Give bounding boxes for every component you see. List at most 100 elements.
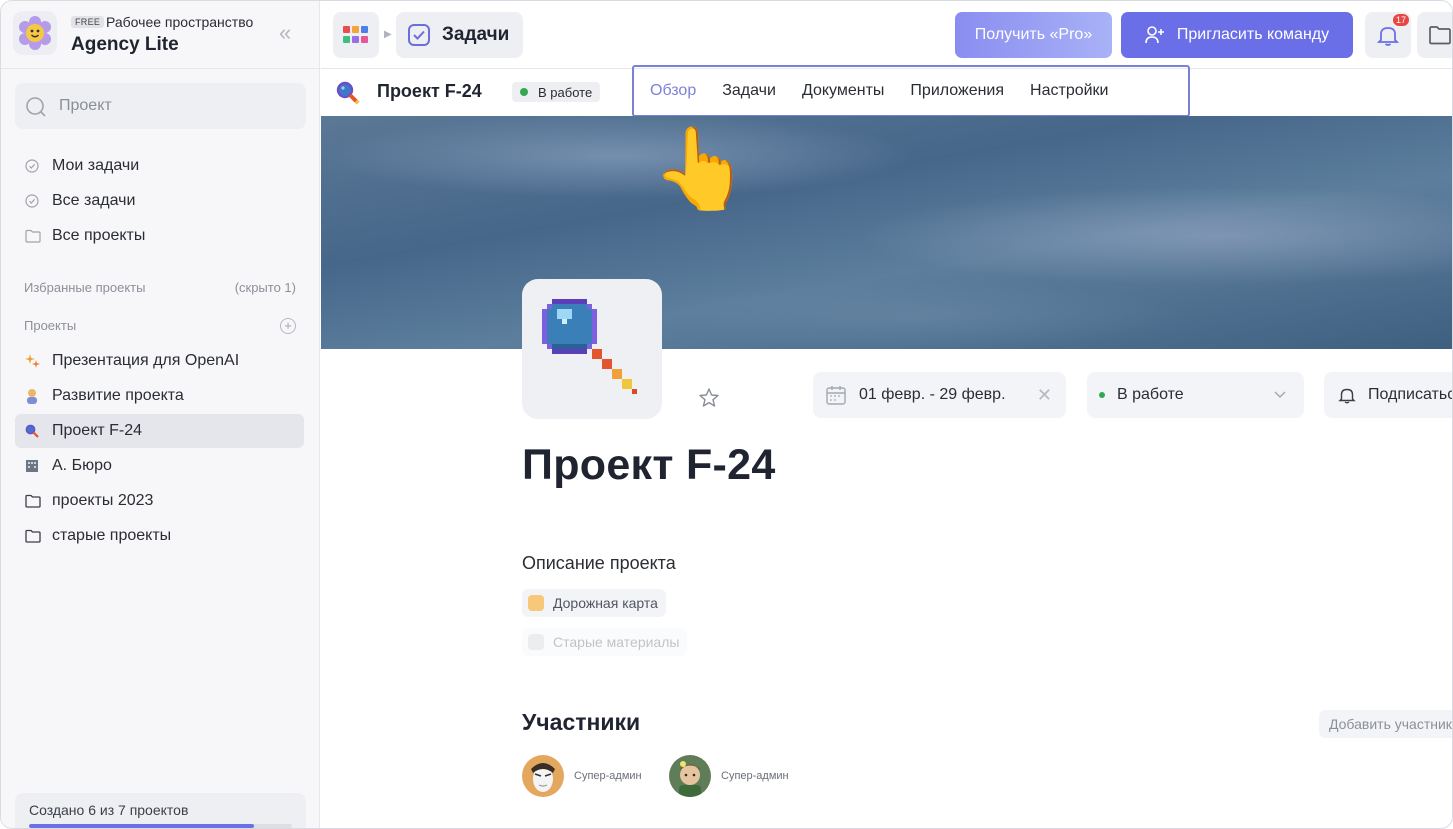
member-item[interactable]: Супер-админ <box>522 755 642 797</box>
collapse-sidebar-icon[interactable]: « <box>279 22 299 45</box>
tab-overview[interactable]: Обзор <box>650 82 696 100</box>
bell-icon <box>1338 386 1356 404</box>
tab-documents[interactable]: Документы <box>802 82 884 100</box>
nav-label: Все проекты <box>52 227 146 244</box>
folder-icon <box>1429 26 1451 45</box>
nav-all-tasks[interactable]: Все задачи <box>15 184 304 218</box>
invite-team-button[interactable]: Пригласить команду <box>1121 12 1353 58</box>
quota-progress-fill <box>29 824 255 828</box>
breadcrumb-tasks[interactable]: Задачи <box>396 12 524 58</box>
status-select[interactable]: В работе <box>1087 372 1304 418</box>
app-window: FREE Рабочее пространство Agency Lite « … <box>0 0 1453 829</box>
subscribe-button[interactable]: Подписаться <box>1324 372 1452 418</box>
nav-my-tasks[interactable]: Мои задачи <box>15 149 304 183</box>
checkbox-icon <box>408 24 430 46</box>
project-cover-image[interactable] <box>321 116 1452 349</box>
add-member-button[interactable]: Добавить участника <box>1319 710 1452 738</box>
search-icon <box>26 97 46 117</box>
get-pro-button[interactable]: Получить «Pro» <box>955 12 1112 58</box>
add-user-icon <box>1145 26 1165 44</box>
avatar <box>669 755 711 797</box>
project-header: Проект F-24 В работе Обзор Задачи Докуме… <box>321 65 1452 117</box>
document-icon <box>528 595 544 611</box>
clear-date-icon[interactable]: ✕ <box>1037 385 1052 406</box>
check-circle-icon <box>15 194 41 208</box>
sparkle-icon <box>15 353 41 369</box>
doc-label: Дорожная карта <box>553 595 658 611</box>
date-range-value: 01 февр. - 29 февр. <box>859 386 1006 403</box>
favorites-label: Избранные проекты <box>24 280 146 295</box>
status-dot-icon <box>520 88 528 96</box>
project-label: Проект F-24 <box>52 422 143 439</box>
project-item-f24[interactable]: Проект F-24 <box>15 414 304 448</box>
page-title: Проект F-24 <box>522 441 776 489</box>
workspace-name: Agency Lite <box>71 34 179 55</box>
search-box[interactable] <box>15 83 306 129</box>
project-item-openai[interactable]: Презентация для OpenAI <box>15 344 304 378</box>
tab-tasks[interactable]: Задачи <box>722 82 776 100</box>
check-circle-icon <box>15 159 41 173</box>
project-label: проекты 2023 <box>52 492 154 509</box>
project-item-bureau[interactable]: А. Бюро <box>15 449 304 483</box>
project-label: Презентация для OpenAI <box>52 352 240 369</box>
add-project-icon[interactable]: + <box>280 318 296 334</box>
sidebar: FREE Рабочее пространство Agency Lite « … <box>1 1 320 828</box>
apps-button[interactable] <box>333 12 379 58</box>
project-label: А. Бюро <box>52 457 112 474</box>
project-quota: Создано 6 из 7 проектов <box>15 793 306 828</box>
avatar <box>522 755 564 797</box>
project-label: Развитие проекта <box>52 387 184 404</box>
files-button[interactable] <box>1417 12 1452 58</box>
tab-settings[interactable]: Настройки <box>1030 82 1108 100</box>
doc-link-old-materials[interactable]: Старые материалы <box>522 628 688 656</box>
project-tabs: Обзор Задачи Документы Приложения Настро… <box>632 65 1190 117</box>
magnifier-icon <box>15 424 41 438</box>
chevron-down-icon <box>1272 386 1288 407</box>
breadcrumb-label: Задачи <box>442 24 510 45</box>
top-bar: ▶ Задачи Получить «Pro» Пригласить коман… <box>321 1 1452 69</box>
bell-icon <box>1376 27 1400 46</box>
project-title: Проект F-24 <box>377 81 482 101</box>
magnifier-icon <box>542 299 637 394</box>
favorite-star-icon[interactable] <box>698 387 720 414</box>
project-icon[interactable] <box>522 279 662 419</box>
project-folder-old[interactable]: старые проекты <box>15 519 304 553</box>
project-item-development[interactable]: Развитие проекта <box>15 379 304 413</box>
date-range-field[interactable]: 01 февр. - 29 февр. ✕ <box>813 372 1066 418</box>
breadcrumb-separator-icon: ▶ <box>384 29 392 40</box>
pointing-hand-icon: 👆 <box>651 124 751 213</box>
status-dot-icon <box>1099 392 1105 398</box>
search-input[interactable] <box>59 94 289 118</box>
nav-label: Все задачи <box>52 192 136 209</box>
status-select-value: В работе <box>1117 386 1184 403</box>
quota-progress-bar <box>29 824 292 828</box>
folder-icon <box>15 494 41 508</box>
quota-text: Создано 6 из 7 проектов <box>29 802 189 818</box>
nav-all-projects[interactable]: Все проекты <box>15 219 304 253</box>
doc-link-roadmap[interactable]: Дорожная карта <box>522 589 666 617</box>
status-label: В работе <box>538 84 593 100</box>
subscribe-label: Подписаться <box>1368 386 1452 403</box>
apps-grid-icon <box>343 26 368 43</box>
workspace-header[interactable]: FREE Рабочее пространство Agency Lite « <box>1 1 320 69</box>
magnifier-icon <box>335 80 361 111</box>
notifications-count-badge: 17 <box>1393 14 1410 26</box>
member-item[interactable]: Супер-админ <box>669 755 789 797</box>
member-role: Супер-админ <box>721 770 789 782</box>
project-status-badge[interactable]: В работе <box>512 82 601 102</box>
workspace-logo <box>13 11 57 55</box>
plan-badge: FREE <box>71 16 105 28</box>
folder-icon <box>15 529 41 543</box>
member-role: Супер-админ <box>574 770 642 782</box>
project-folder-2023[interactable]: проекты 2023 <box>15 484 304 518</box>
invite-label: Пригласить команду <box>1176 26 1330 43</box>
person-icon <box>15 388 41 404</box>
project-description[interactable]: Описание проекта <box>522 553 676 574</box>
favorites-hidden-toggle[interactable]: (скрыто 1) <box>235 280 296 295</box>
nav-label: Мои задачи <box>52 157 140 174</box>
tab-apps[interactable]: Приложения <box>910 82 1004 100</box>
projects-label: Проекты <box>24 318 77 333</box>
doc-label: Старые материалы <box>553 634 680 650</box>
lock-icon <box>528 634 544 650</box>
workspace-label: Рабочее пространство <box>106 14 254 30</box>
